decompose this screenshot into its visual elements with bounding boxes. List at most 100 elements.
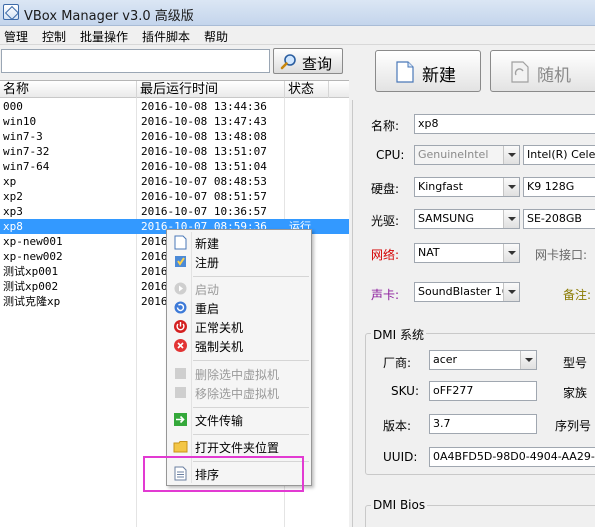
menu-item-start[interactable]: 启动 xyxy=(169,279,309,298)
family-label: 家族 xyxy=(563,386,588,400)
table-row[interactable]: win7-32 2016-10-08 13:51:07 xyxy=(0,144,349,159)
dropdown-arrow-icon xyxy=(520,351,536,369)
menu-manage[interactable]: 管理 xyxy=(4,28,28,45)
menu-batch[interactable]: 批量操作 xyxy=(80,28,128,45)
cell-name: xp-new002 xyxy=(3,250,63,263)
optical-vendor-value: SAMSUNG xyxy=(418,212,474,225)
title-bar: VBox Manager v3.0 高级版 xyxy=(0,0,595,26)
menu-item-shutdown[interactable]: 正常关机 xyxy=(169,317,309,336)
menu-help[interactable]: 帮助 xyxy=(204,28,228,45)
vendor-select[interactable]: acer xyxy=(429,350,537,370)
search-input[interactable] xyxy=(1,49,270,73)
dropdown-arrow-icon xyxy=(503,178,519,196)
cpu-model-field[interactable]: Intel(R) Celeron xyxy=(523,145,595,165)
menu-separator xyxy=(193,276,309,277)
context-menu: 新建 注册 启动 重启 正常关机 强制关机 删除选中虚拟机 移除选中虚拟机 文件… xyxy=(166,229,312,486)
menu-item-label: 删除选中虚拟机 xyxy=(195,368,280,382)
network-value: NAT xyxy=(418,246,440,259)
cell-time: 2016 xyxy=(141,295,168,308)
uuid-field[interactable]: 0A4BFD5D-98D0-4904-AA29-89F7 xyxy=(429,447,595,467)
cell-time: 2016-10-07 10:36:57 xyxy=(141,205,267,218)
new-document-icon xyxy=(396,61,414,83)
menu-plugin[interactable]: 插件脚本 xyxy=(142,28,190,45)
cell-name: win10 xyxy=(3,115,37,128)
table-row[interactable]: 000 2016-10-08 13:44:36 xyxy=(0,99,349,114)
new-vm-button[interactable]: 新建 xyxy=(375,50,481,92)
delete-vm-icon xyxy=(175,368,186,379)
dmi-bios-title: DMI Bios xyxy=(371,498,428,512)
random-icon xyxy=(511,61,529,83)
cell-time: 2016-10-08 13:47:43 xyxy=(141,115,267,128)
menu-item-label: 新建 xyxy=(195,237,220,251)
version-label: 版本: xyxy=(383,419,412,433)
column-header-status[interactable]: 状态 xyxy=(285,81,329,98)
search-button-label: 查询 xyxy=(302,55,333,73)
dropdown-arrow-icon xyxy=(503,244,519,262)
disk-label: 硬盘: xyxy=(371,182,400,196)
uuid-label: UUID: xyxy=(383,450,418,464)
new-vm-label: 新建 xyxy=(422,66,456,86)
menu-separator xyxy=(193,360,309,361)
table-row[interactable]: xp 2016-10-07 08:48:53 xyxy=(0,174,349,189)
menu-item-open-folder[interactable]: 打开文件夹位置 xyxy=(169,437,309,456)
cell-name: win7-32 xyxy=(3,145,50,158)
search-button[interactable]: 查询 xyxy=(273,48,343,74)
highlight-annotation-box xyxy=(143,456,304,492)
column-header-name[interactable]: 名称 xyxy=(0,81,137,98)
network-select[interactable]: NAT xyxy=(414,243,520,263)
cell-name: xp-new001 xyxy=(3,235,63,248)
cell-time: 2016-10-08 13:51:07 xyxy=(141,145,267,158)
menu-item-delete-vm[interactable]: 删除选中虚拟机 xyxy=(169,364,309,383)
column-header-last-run[interactable]: 最后运行时间 xyxy=(137,81,285,98)
cell-name: 测试克隆xp xyxy=(3,295,61,308)
version-field[interactable]: 3.7 xyxy=(429,414,537,434)
cell-name: 000 xyxy=(3,100,23,113)
table-row[interactable]: xp2 2016-10-07 08:51:57 xyxy=(0,189,349,204)
menu-item-file-transfer[interactable]: 文件传输 xyxy=(169,410,309,429)
menu-control[interactable]: 控制 xyxy=(42,28,66,45)
cell-name: win7-3 xyxy=(3,130,43,143)
menu-item-label: 打开文件夹位置 xyxy=(195,441,280,455)
cell-time: 2016-10-08 13:44:36 xyxy=(141,100,267,113)
menu-item-label: 正常关机 xyxy=(195,321,244,335)
table-row[interactable]: win7-3 2016-10-08 13:48:08 xyxy=(0,129,349,144)
sku-label: SKU: xyxy=(391,384,419,398)
force-off-icon xyxy=(174,339,187,352)
shutdown-icon xyxy=(174,320,187,333)
menu-item-remove-vm[interactable]: 移除选中虚拟机 xyxy=(169,383,309,402)
name-field[interactable]: xp8 xyxy=(414,114,595,134)
disk-vendor-value: Kingfast xyxy=(418,180,463,193)
cell-name: xp3 xyxy=(3,205,23,218)
list-header: 名称 最后运行时间 状态 xyxy=(0,81,349,98)
nic-label: 网卡接口: xyxy=(535,248,588,262)
menu-item-register[interactable]: 注册 xyxy=(169,252,309,271)
table-row[interactable]: win7-64 2016-10-08 13:51:04 xyxy=(0,159,349,174)
dmi-system-title: DMI 系统 xyxy=(371,326,426,343)
sound-select[interactable]: SoundBlaster 16 xyxy=(414,282,520,302)
random-button[interactable]: 随机 xyxy=(490,50,595,92)
optical-label: 光驱: xyxy=(371,214,400,228)
menu-item-force-off[interactable]: 强制关机 xyxy=(169,336,309,355)
random-label: 随机 xyxy=(537,66,571,86)
menu-bar: 管理 控制 批量操作 插件脚本 帮助 xyxy=(0,26,595,45)
dropdown-arrow-icon xyxy=(503,146,519,164)
optical-model-field[interactable]: SE-208GB xyxy=(523,209,595,229)
disk-vendor-select[interactable]: Kingfast xyxy=(414,177,520,197)
register-icon xyxy=(175,256,186,267)
optical-vendor-select[interactable]: SAMSUNG xyxy=(414,209,520,229)
cell-time: 2016 xyxy=(141,235,168,248)
menu-item-restart[interactable]: 重启 xyxy=(169,298,309,317)
vendor-value: acer xyxy=(433,353,458,366)
cpu-vendor-value: GenuineIntel xyxy=(418,148,489,161)
table-row[interactable]: xp3 2016-10-07 10:36:57 xyxy=(0,204,349,219)
table-row[interactable]: win10 2016-10-08 13:47:43 xyxy=(0,114,349,129)
cpu-vendor-select[interactable]: GenuineIntel xyxy=(414,145,520,165)
menu-item-label: 文件传输 xyxy=(195,414,244,428)
properties-panel: 名称: xp8 CPU: GenuineIntel Intel(R) Celer… xyxy=(352,100,595,527)
new-icon xyxy=(174,235,187,250)
menu-separator xyxy=(193,434,309,435)
cell-time: 2016 xyxy=(141,280,168,293)
disk-model-field[interactable]: K9 128G xyxy=(523,177,595,197)
menu-item-new[interactable]: 新建 xyxy=(169,233,309,252)
sku-field[interactable]: oFF277 xyxy=(429,381,537,401)
